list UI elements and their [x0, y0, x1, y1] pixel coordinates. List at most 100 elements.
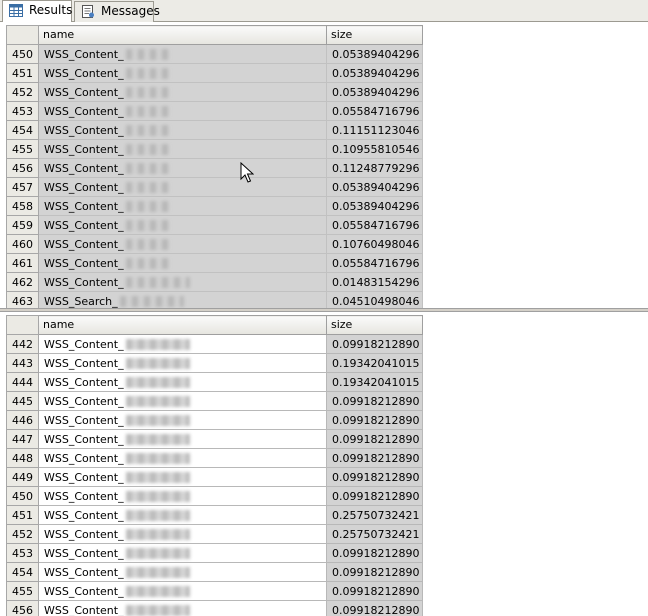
size-cell[interactable]: 0.25750732421 [326, 505, 423, 525]
row-number[interactable]: 446 [6, 410, 39, 430]
row-number[interactable]: 442 [6, 334, 39, 354]
row-number[interactable]: 443 [6, 353, 39, 373]
size-cell[interactable]: 0.10760498046 [326, 234, 423, 254]
size-cell[interactable]: 0.05584716796 [326, 253, 423, 273]
name-cell[interactable]: WSS_Content_ [38, 353, 327, 373]
name-cell[interactable]: WSS_Content_ [38, 234, 327, 254]
table-row[interactable]: 454 WSS_Content_ 0.09918212890 [6, 562, 423, 582]
name-cell[interactable]: WSS_Content_ [38, 139, 327, 159]
size-cell[interactable]: 0.09918212890 [326, 391, 423, 411]
row-number[interactable]: 454 [6, 562, 39, 582]
tab-results[interactable]: Results [2, 0, 72, 22]
row-number[interactable]: 448 [6, 448, 39, 468]
size-cell[interactable]: 0.05389404296 [326, 196, 423, 216]
size-cell[interactable]: 0.05389404296 [326, 63, 423, 83]
name-cell[interactable]: WSS_Content_ [38, 562, 327, 582]
size-cell[interactable]: 0.05584716796 [326, 101, 423, 121]
size-cell[interactable]: 0.05389404296 [326, 44, 423, 64]
table-row[interactable]: 452 WSS_Content_ 0.25750732421 [6, 524, 423, 544]
table-row[interactable]: 442 WSS_Content_ 0.09918212890 [6, 334, 423, 354]
row-number[interactable]: 452 [6, 524, 39, 544]
row-number[interactable]: 453 [6, 543, 39, 563]
name-cell[interactable]: WSS_Content_ [38, 391, 327, 411]
size-cell[interactable]: 0.09918212890 [326, 448, 423, 468]
size-cell[interactable]: 0.25750732421 [326, 524, 423, 544]
name-cell[interactable]: WSS_Content_ [38, 543, 327, 563]
row-number[interactable]: 447 [6, 429, 39, 449]
size-cell[interactable]: 0.11248779296 [326, 158, 423, 178]
size-cell[interactable]: 0.11151123046 [326, 120, 423, 140]
name-cell[interactable]: WSS_Content_ [38, 120, 327, 140]
name-cell[interactable]: WSS_Search_ [38, 291, 327, 308]
size-cell[interactable]: 0.09918212890 [326, 562, 423, 582]
table-row[interactable]: 445 WSS_Content_ 0.09918212890 [6, 391, 423, 411]
row-number[interactable]: 454 [6, 120, 39, 140]
row-number[interactable]: 449 [6, 467, 39, 487]
name-cell[interactable]: WSS_Content_ [38, 82, 327, 102]
row-number[interactable]: 456 [6, 600, 39, 616]
name-cell[interactable]: WSS_Content_ [38, 467, 327, 487]
table-row[interactable]: 450 WSS_Content_ 0.09918212890 [6, 486, 423, 506]
size-cell[interactable]: 0.01483154296 [326, 272, 423, 292]
table-row[interactable]: 447 WSS_Content_ 0.09918212890 [6, 429, 423, 449]
name-cell[interactable]: WSS_Content_ [38, 63, 327, 83]
name-cell[interactable]: WSS_Content_ [38, 177, 327, 197]
table-row[interactable]: 454 WSS_Content_ 0.11151123046 [6, 120, 423, 140]
row-number[interactable]: 462 [6, 272, 39, 292]
row-number[interactable]: 451 [6, 63, 39, 83]
name-cell[interactable]: WSS_Content_ [38, 272, 327, 292]
table-row[interactable]: 450 WSS_Content_ 0.05389404296 [6, 44, 423, 64]
name-cell[interactable]: WSS_Content_ [38, 334, 327, 354]
table-row[interactable]: 461 WSS_Content_ 0.05584716796 [6, 253, 423, 273]
table-row[interactable]: 453 WSS_Content_ 0.09918212890 [6, 543, 423, 563]
table-row[interactable]: 455 WSS_Content_ 0.09918212890 [6, 581, 423, 601]
size-cell[interactable]: 0.09918212890 [326, 410, 423, 430]
size-cell[interactable]: 0.09918212890 [326, 334, 423, 354]
corner-header[interactable] [6, 25, 39, 45]
table-row[interactable]: 452 WSS_Content_ 0.05389404296 [6, 82, 423, 102]
table-row[interactable]: 459 WSS_Content_ 0.05584716796 [6, 215, 423, 235]
size-cell[interactable]: 0.05389404296 [326, 177, 423, 197]
table-row[interactable]: 451 WSS_Content_ 0.05389404296 [6, 63, 423, 83]
row-number[interactable]: 460 [6, 234, 39, 254]
table-row[interactable]: 446 WSS_Content_ 0.09918212890 [6, 410, 423, 430]
results-grid-1[interactable]: name size 450 WSS_Content_ 0.05389404296 4… [0, 22, 648, 308]
row-number[interactable]: 450 [6, 486, 39, 506]
table-row[interactable]: 449 WSS_Content_ 0.09918212890 [6, 467, 423, 487]
row-number[interactable]: 455 [6, 139, 39, 159]
table-row[interactable]: 462 WSS_Content_ 0.01483154296 [6, 272, 423, 292]
name-cell[interactable]: WSS_Content_ [38, 158, 327, 178]
name-cell[interactable]: WSS_Content_ [38, 505, 327, 525]
size-cell[interactable]: 0.19342041015 [326, 372, 423, 392]
row-number[interactable]: 451 [6, 505, 39, 525]
name-cell[interactable]: WSS_Content_ [38, 524, 327, 544]
tab-messages[interactable]: Messages [74, 1, 160, 22]
name-cell[interactable]: WSS_Content_ [38, 429, 327, 449]
row-number[interactable]: 463 [6, 291, 39, 308]
table-row[interactable]: 448 WSS_Content_ 0.09918212890 [6, 448, 423, 468]
table-row[interactable]: 458 WSS_Content_ 0.05389404296 [6, 196, 423, 216]
name-cell[interactable]: WSS_Content_ [38, 44, 327, 64]
table-row[interactable]: 456 WSS_Content_ 0.11248779296 [6, 158, 423, 178]
size-cell[interactable]: 0.05584716796 [326, 215, 423, 235]
size-cell[interactable]: 0.19342041015 [326, 353, 423, 373]
size-cell[interactable]: 0.09918212890 [326, 429, 423, 449]
column-header-size[interactable]: size [326, 315, 423, 335]
row-number[interactable]: 458 [6, 196, 39, 216]
size-cell[interactable]: 0.09918212890 [326, 467, 423, 487]
table-row[interactable]: 453 WSS_Content_ 0.05584716796 [6, 101, 423, 121]
row-number[interactable]: 455 [6, 581, 39, 601]
row-number[interactable]: 456 [6, 158, 39, 178]
name-cell[interactable]: WSS_Content_ [38, 600, 327, 616]
column-header-name[interactable]: name [38, 25, 327, 45]
row-number[interactable]: 457 [6, 177, 39, 197]
size-cell[interactable]: 0.09918212890 [326, 600, 423, 616]
row-number[interactable]: 445 [6, 391, 39, 411]
column-header-name[interactable]: name [38, 315, 327, 335]
name-cell[interactable]: WSS_Content_ [38, 448, 327, 468]
row-number[interactable]: 452 [6, 82, 39, 102]
table-row[interactable]: 443 WSS_Content_ 0.19342041015 [6, 353, 423, 373]
table-row[interactable]: 451 WSS_Content_ 0.25750732421 [6, 505, 423, 525]
row-number[interactable]: 444 [6, 372, 39, 392]
name-cell[interactable]: WSS_Content_ [38, 215, 327, 235]
